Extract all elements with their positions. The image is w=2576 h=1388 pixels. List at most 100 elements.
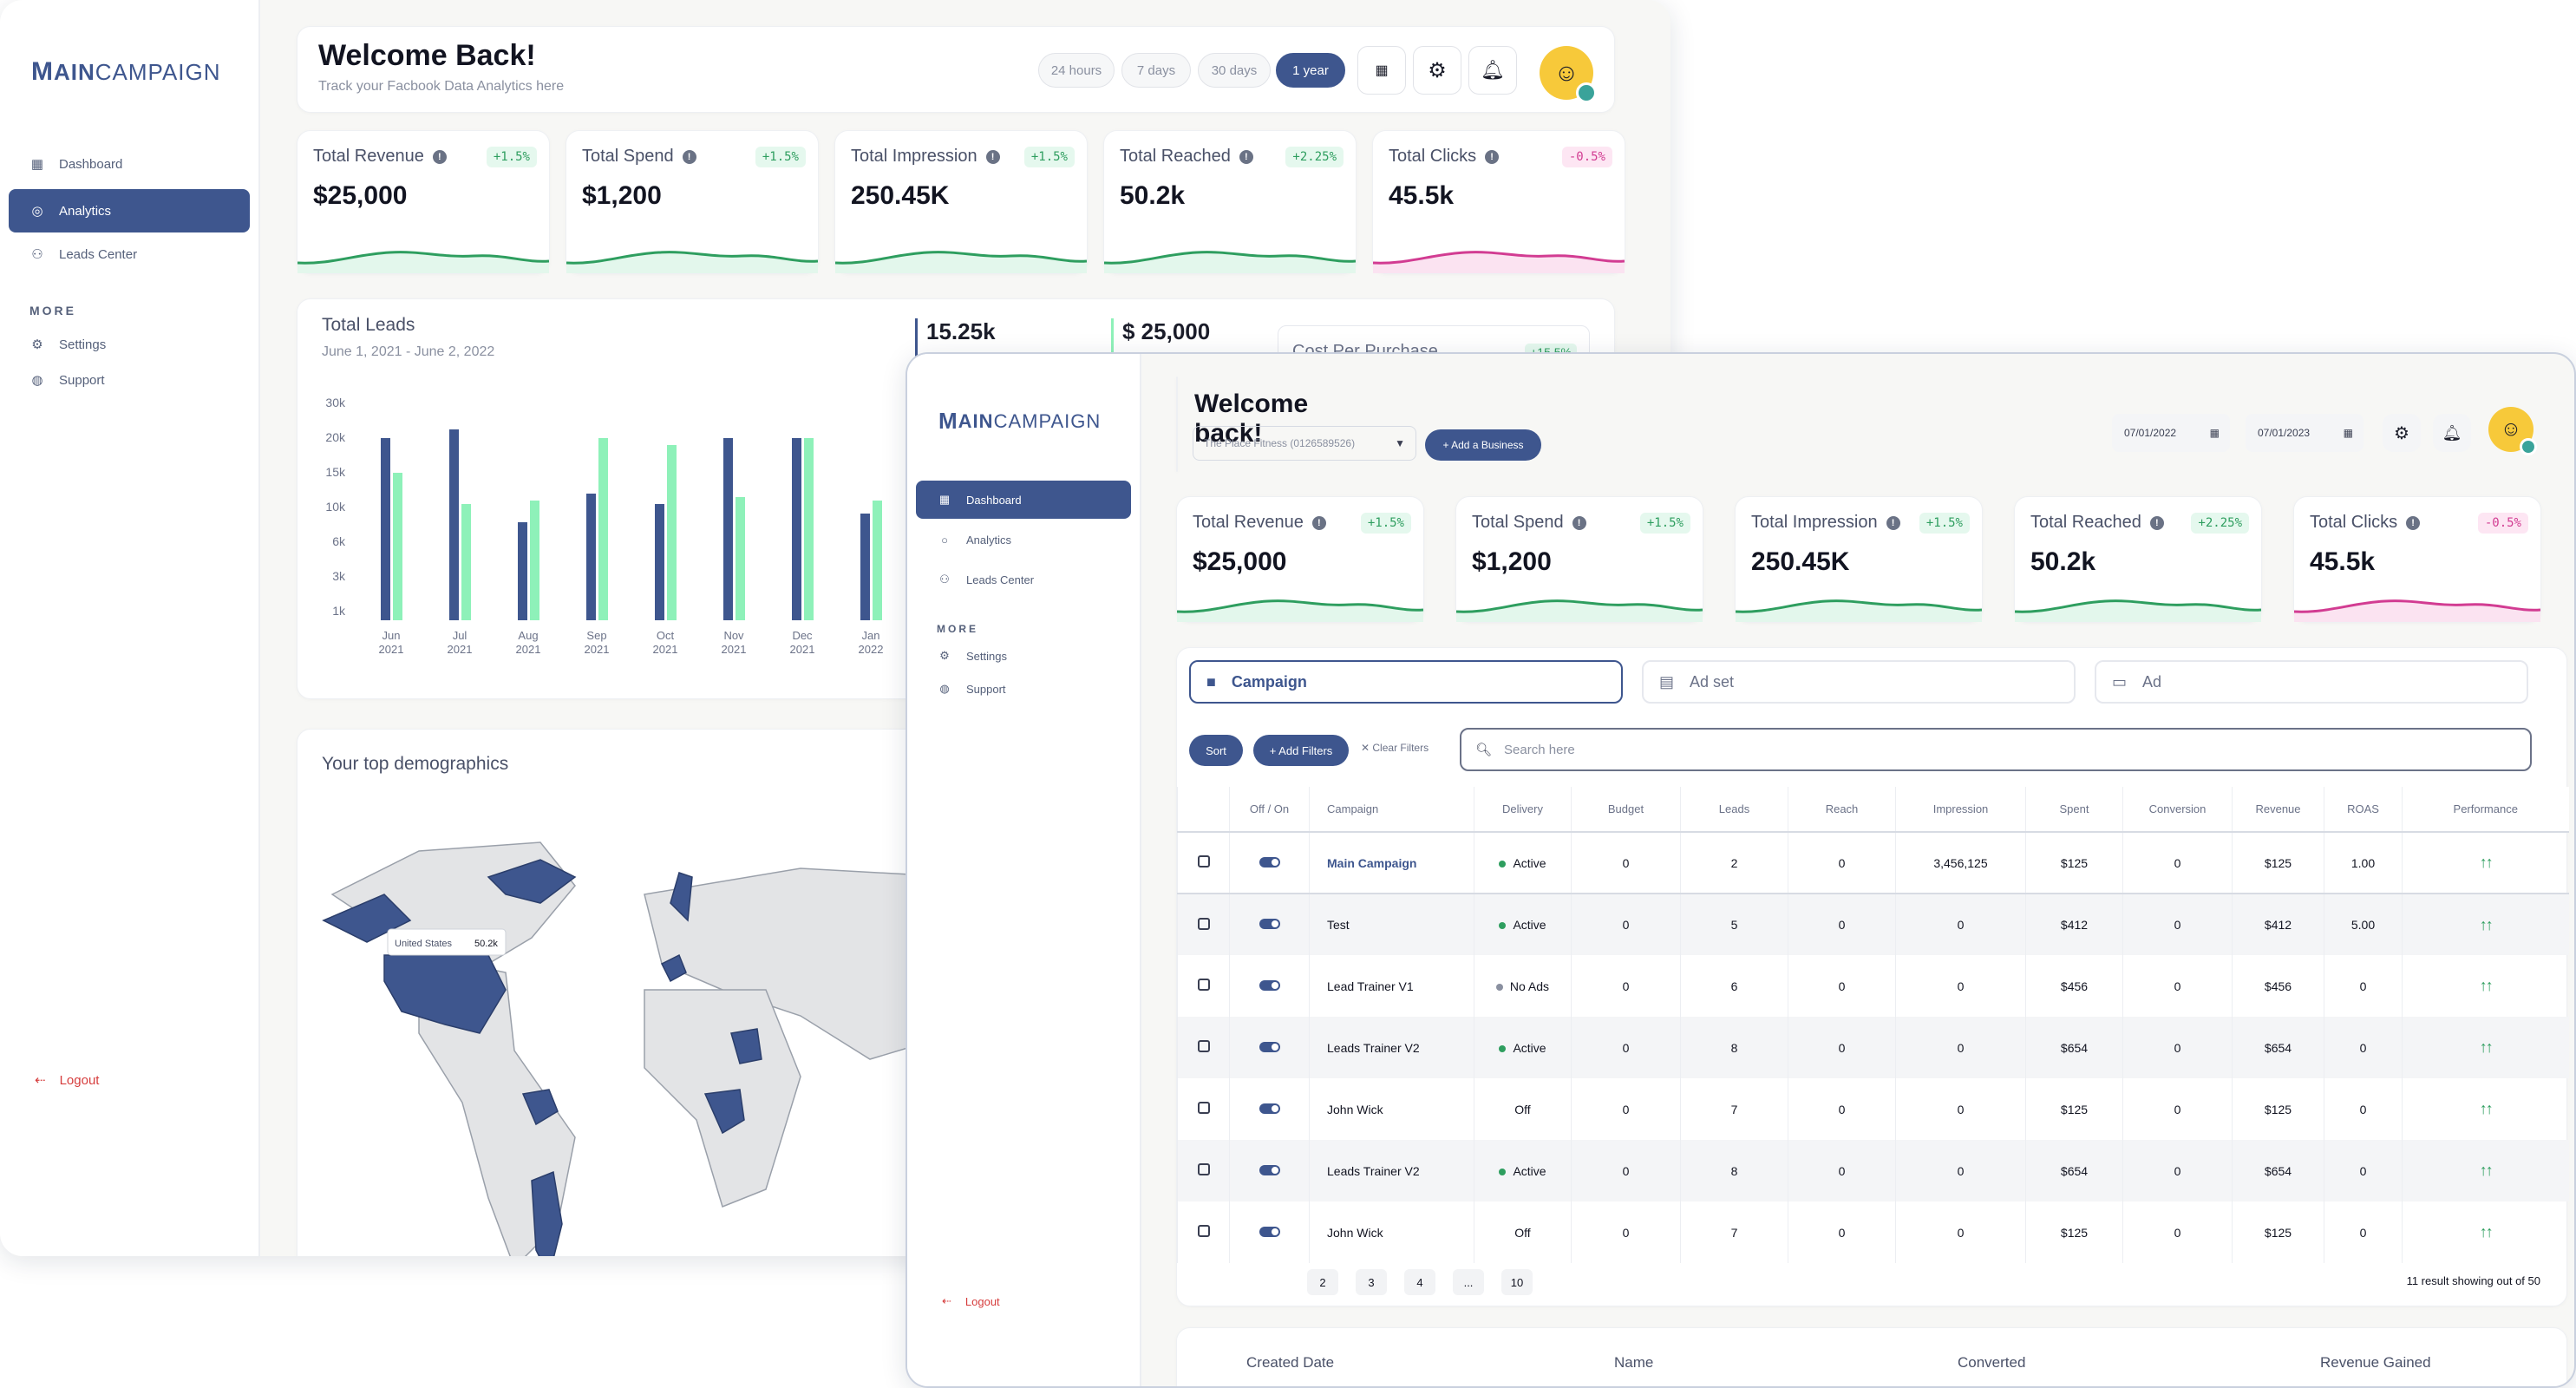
table-row[interactable]: John Wick Off 0 7 0 0 $125 0 $125 0 ↑↑ xyxy=(1177,1201,2569,1263)
bar-secondary[interactable] xyxy=(804,438,814,620)
bar-secondary[interactable] xyxy=(598,438,608,620)
range-7d[interactable]: 7 days xyxy=(1121,53,1191,88)
info-icon[interactable]: ! xyxy=(1311,515,1326,530)
notifications-button[interactable]: 🔔︎ xyxy=(1468,46,1517,95)
notifications-button[interactable]: 🔔︎ xyxy=(2433,414,2471,452)
column-header[interactable]: Delivery xyxy=(1474,787,1572,832)
row-checkbox[interactable] xyxy=(1197,917,1210,930)
sidebar-item-leads-center[interactable]: ⚇ Leads Center xyxy=(916,560,1131,599)
bar-secondary[interactable] xyxy=(393,473,402,620)
on-off-toggle[interactable] xyxy=(1259,1226,1280,1237)
column-header[interactable]: Off / On xyxy=(1229,787,1310,832)
table-row[interactable]: John Wick Off 0 7 0 0 $125 0 $125 0 ↑↑ xyxy=(1177,1078,2569,1140)
info-icon[interactable]: ! xyxy=(682,149,696,164)
column-header[interactable]: Spent xyxy=(2025,787,2123,832)
on-off-toggle[interactable] xyxy=(1259,1041,1280,1052)
column-header[interactable]: Reach xyxy=(1788,787,1896,832)
sidebar-item-support[interactable]: ◍ Support xyxy=(9,358,250,402)
bar-secondary[interactable] xyxy=(461,504,471,620)
row-checkbox[interactable] xyxy=(1197,1225,1210,1237)
info-icon[interactable]: ! xyxy=(1485,149,1500,164)
row-checkbox[interactable] xyxy=(1197,1102,1210,1114)
on-off-toggle[interactable] xyxy=(1259,919,1280,929)
page-button[interactable]: ... xyxy=(1453,1269,1484,1295)
table-row[interactable]: Main Campaign Active 0 2 0 3,456,125 $125 0 $125… xyxy=(1177,831,2569,894)
bar-secondary[interactable] xyxy=(736,497,745,620)
add-business-button[interactable]: + Add a Business xyxy=(1425,429,1541,461)
clear-filters-button[interactable]: ✕ Clear Filters xyxy=(1361,742,1429,754)
on-off-toggle[interactable] xyxy=(1259,856,1280,868)
column-header[interactable]: Conversion xyxy=(2122,787,2233,832)
column-header[interactable]: Created Date xyxy=(1246,1354,1334,1372)
bar-primary[interactable] xyxy=(723,438,733,620)
bar-primary[interactable] xyxy=(586,494,596,620)
page-button[interactable]: 3 xyxy=(1356,1269,1387,1295)
info-icon[interactable]: ! xyxy=(2149,515,2164,530)
tab-ad-set[interactable]: ▤ Ad set xyxy=(1642,660,2076,704)
sidebar-item-dashboard[interactable]: ▦ Dashboard xyxy=(916,481,1131,519)
column-header[interactable]: ROAS xyxy=(2324,787,2403,832)
table-row[interactable]: Test Active 0 5 0 0 $412 0 $412 5.00 ↑↑ xyxy=(1177,894,2569,955)
campaign-name[interactable]: Lead Trainer V1 xyxy=(1309,955,1474,1017)
column-header[interactable]: Leads xyxy=(1680,787,1788,832)
page-button[interactable]: 10 xyxy=(1501,1269,1533,1295)
column-header[interactable]: Revenue xyxy=(2232,787,2324,832)
info-icon[interactable]: ! xyxy=(1886,515,1900,530)
column-header[interactable]: Performance xyxy=(2402,787,2569,832)
search-input[interactable]: 🔍︎ Search here xyxy=(1460,728,2532,771)
bar-secondary[interactable] xyxy=(667,445,677,620)
info-icon[interactable]: ! xyxy=(1572,515,1586,530)
bar-secondary[interactable] xyxy=(873,501,882,620)
column-header[interactable]: Impression xyxy=(1895,787,2026,832)
range-24h[interactable]: 24 hours xyxy=(1038,53,1115,88)
campaign-name[interactable]: John Wick xyxy=(1309,1078,1474,1140)
bar-primary[interactable] xyxy=(860,514,870,620)
page-button[interactable]: 4 xyxy=(1404,1269,1435,1295)
info-icon[interactable]: ! xyxy=(432,149,447,164)
bar-primary[interactable] xyxy=(792,438,801,620)
column-header[interactable]: Campaign xyxy=(1309,787,1474,832)
sidebar-item-analytics[interactable]: ○ Analytics xyxy=(916,520,1131,559)
sidebar-item-settings[interactable]: ⚙ Settings xyxy=(916,638,1131,673)
on-off-toggle[interactable] xyxy=(1259,979,1280,991)
tab-campaign[interactable]: ■ Campaign xyxy=(1189,660,1623,704)
logout-button[interactable]: ⇠ Logout xyxy=(942,1294,1000,1308)
page-button[interactable]: 2 xyxy=(1307,1269,1338,1295)
column-header[interactable]: Revenue Gained xyxy=(2320,1354,2431,1372)
column-header[interactable]: Name xyxy=(1614,1354,1653,1372)
sidebar-item-dashboard[interactable]: ▦ Dashboard xyxy=(9,142,250,186)
bar-primary[interactable] xyxy=(518,522,527,620)
bar-primary[interactable] xyxy=(655,504,664,620)
sort-button[interactable]: Sort xyxy=(1189,735,1243,766)
range-30d[interactable]: 30 days xyxy=(1198,53,1271,88)
campaign-name[interactable]: Leads Trainer V2 xyxy=(1309,1017,1474,1078)
column-header[interactable]: Converted xyxy=(1958,1354,2025,1372)
settings-button[interactable]: ⚙ xyxy=(1413,46,1461,95)
sidebar-item-support[interactable]: ◍ Support xyxy=(916,671,1131,706)
sidebar-item-leads-center[interactable]: ⚇ Leads Center xyxy=(9,232,250,276)
bar-primary[interactable] xyxy=(449,429,459,620)
campaign-name[interactable]: Main Campaign xyxy=(1309,831,1474,894)
row-checkbox[interactable] xyxy=(1197,979,1210,991)
tab-ad[interactable]: ▭ Ad xyxy=(2095,660,2528,704)
settings-button[interactable]: ⚙ xyxy=(2383,414,2421,452)
row-checkbox[interactable] xyxy=(1197,1040,1210,1052)
on-off-toggle[interactable] xyxy=(1259,1164,1280,1175)
info-icon[interactable]: ! xyxy=(985,149,1000,164)
calendar-button[interactable]: ▦ xyxy=(1357,46,1406,95)
bar-primary[interactable] xyxy=(381,438,390,620)
avatar[interactable]: ☺ xyxy=(1540,46,1597,103)
table-row[interactable]: Leads Trainer V2 Active 0 8 0 0 $654 0 $654 0 ↑↑ xyxy=(1177,1140,2569,1201)
on-off-toggle[interactable] xyxy=(1259,1103,1280,1114)
row-checkbox[interactable] xyxy=(1197,1163,1210,1175)
table-row[interactable]: Lead Trainer V1 No Ads 0 6 0 0 $456 0 $456 0 ↑↑ xyxy=(1177,955,2569,1017)
campaign-name[interactable]: John Wick xyxy=(1309,1201,1474,1263)
table-row[interactable]: Leads Trainer V2 Active 0 8 0 0 $654 0 $654 0 ↑↑ xyxy=(1177,1017,2569,1078)
column-header[interactable]: Budget xyxy=(1571,787,1681,832)
row-checkbox[interactable] xyxy=(1197,855,1210,868)
campaign-name[interactable]: Leads Trainer V2 xyxy=(1309,1140,1474,1201)
business-select[interactable]: The Place Fitness (0126589526) ▼ xyxy=(1193,426,1416,461)
range-1y[interactable]: 1 year xyxy=(1276,53,1345,88)
date-to-field[interactable]: 07/01/2023 ▦ xyxy=(2246,414,2364,452)
avatar[interactable]: ☺ xyxy=(2488,407,2537,455)
